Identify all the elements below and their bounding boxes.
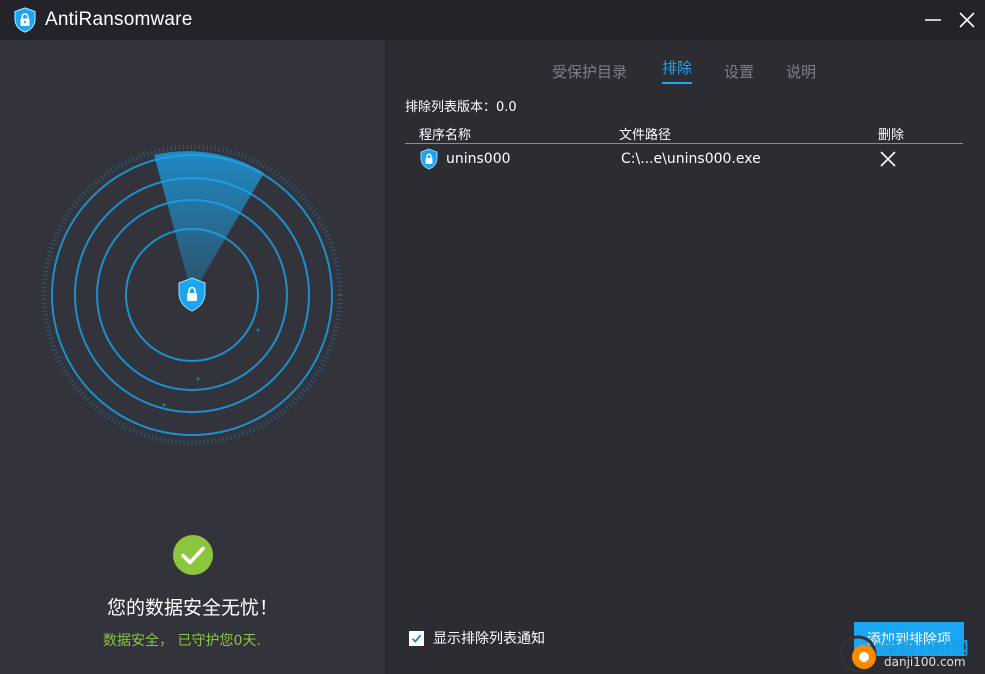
- tab-settings[interactable]: 设置: [724, 61, 754, 86]
- minimize-icon[interactable]: [921, 8, 945, 32]
- row-file-path: C:\...e\unins000.exe: [621, 151, 761, 167]
- status-subtitle: 数据安全， 已守护您0天.: [103, 633, 261, 649]
- title-bar: AntiRansomware: [0, 0, 985, 40]
- shield-lock-icon: [14, 7, 36, 33]
- column-header-name: 程序名称: [419, 128, 472, 143]
- checkmark-icon: [411, 634, 422, 643]
- shield-lock-icon: [178, 277, 206, 312]
- table-row[interactable]: unins000 C:\...e\unins000.exe: [405, 146, 963, 172]
- close-icon[interactable]: [879, 150, 897, 168]
- watermark-logo-icon: [839, 635, 877, 673]
- tab-exclusions[interactable]: 排除: [662, 57, 693, 84]
- exclusion-list-version: 排除列表版本：0.0: [405, 100, 517, 115]
- watermark-url: danji100.com: [884, 655, 966, 669]
- notify-option: 显示排除列表通知: [409, 628, 545, 648]
- radar-graphic: [41, 144, 343, 446]
- tab-bar: 受保护目录 排除 设置 说明: [387, 54, 985, 84]
- row-program-name: unins000: [446, 151, 511, 167]
- notify-checkbox[interactable]: [409, 630, 424, 646]
- status-panel: 您的数据安全无忧！ 数据安全， 已守护您0天.: [0, 40, 385, 674]
- shield-lock-icon: [420, 148, 438, 170]
- app-title: AntiRansomware: [45, 9, 193, 30]
- table-header: 程序名称 文件路径 删除: [405, 122, 963, 144]
- watermark: 单机100网 danji100.com: [838, 632, 985, 674]
- tab-protected-dirs[interactable]: 受保护目录: [552, 61, 627, 86]
- close-icon[interactable]: [955, 8, 979, 32]
- column-header-path: 文件路径: [619, 128, 672, 143]
- check-circle-icon: [173, 535, 213, 575]
- column-header-delete: 删除: [878, 128, 905, 143]
- tab-help[interactable]: 说明: [786, 61, 816, 86]
- status-title: 您的数据安全无忧！: [106, 597, 278, 619]
- notify-label: 显示排除列表通知: [433, 631, 545, 647]
- exclusion-panel: 受保护目录 排除 设置 说明 排除列表版本：0.0 程序名称 文件路径 删除 u…: [387, 40, 985, 674]
